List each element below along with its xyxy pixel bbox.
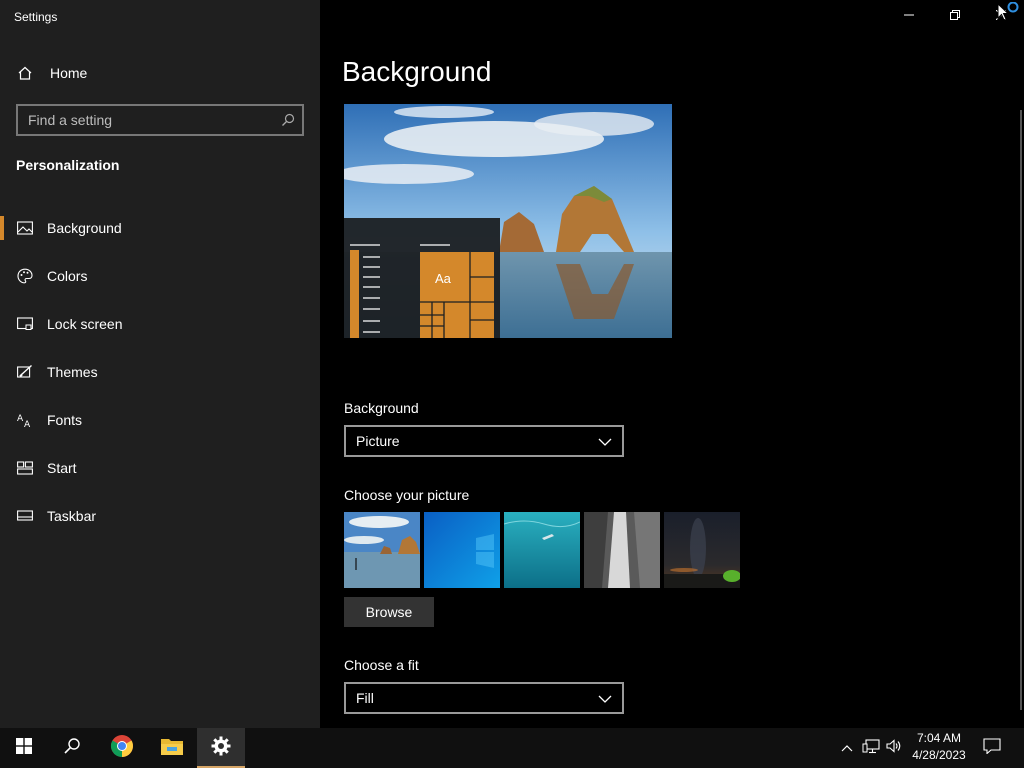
volume-icon xyxy=(886,738,902,758)
sidebar-item-label: Taskbar xyxy=(47,508,97,524)
lock-screen-icon xyxy=(16,315,34,333)
app-title: Settings xyxy=(14,10,58,24)
fonts-icon: AA xyxy=(16,411,34,429)
picture-thumb-windows[interactable] xyxy=(424,512,500,588)
choose-fit-label: Choose a fit xyxy=(344,657,419,673)
picture-thumb-waterfall[interactable] xyxy=(584,512,660,588)
search-input[interactable] xyxy=(18,106,274,134)
taskbar-search-button[interactable] xyxy=(48,728,96,768)
preview-tile-label: Aa xyxy=(435,271,452,286)
main-content: Background Aa Background Picture Choose … xyxy=(320,0,1024,728)
sidebar-item-label: Fonts xyxy=(47,412,83,428)
start-menu-icon xyxy=(16,459,34,477)
sidebar-item-label: Lock screen xyxy=(47,316,123,332)
svg-text:A: A xyxy=(24,420,31,428)
network-button[interactable] xyxy=(860,728,882,768)
search-icon xyxy=(64,737,80,759)
taskbar-icon xyxy=(16,507,34,525)
sidebar-item-label: Background xyxy=(47,220,122,236)
taskbar: 7:04 AM 4/28/2023 xyxy=(0,728,1024,768)
sidebar-item-label: Start xyxy=(47,460,77,476)
home-label: Home xyxy=(50,65,88,81)
chrome-icon xyxy=(110,734,134,763)
picture-icon xyxy=(16,219,34,237)
picture-thumb-beach[interactable] xyxy=(344,512,420,588)
start-button[interactable] xyxy=(0,728,48,768)
scrollbar[interactable] xyxy=(1020,110,1022,710)
sidebar-item-start[interactable]: Start xyxy=(0,444,320,492)
search-box[interactable] xyxy=(16,104,304,136)
taskbar-clock[interactable]: 7:04 AM 4/28/2023 xyxy=(906,730,972,766)
chevron-down-icon xyxy=(598,690,612,706)
fit-dropdown-value: Fill xyxy=(356,690,374,706)
chevron-down-icon xyxy=(598,433,612,449)
home-link[interactable]: Home xyxy=(16,62,87,84)
show-hidden-icons-button[interactable] xyxy=(838,728,856,768)
file-explorer-icon xyxy=(161,737,183,760)
clock-time: 7:04 AM xyxy=(916,731,962,745)
sidebar-item-taskbar[interactable]: Taskbar xyxy=(0,492,320,540)
sidebar-item-background[interactable]: Background xyxy=(0,204,320,252)
settings-icon xyxy=(211,736,231,761)
picture-thumb-night-sky[interactable] xyxy=(664,512,740,588)
chevron-up-icon xyxy=(841,739,853,757)
sidebar-item-lock-screen[interactable]: Lock screen xyxy=(0,300,320,348)
sidebar: Settings Home Personalization Background… xyxy=(0,0,320,728)
restore-icon xyxy=(950,7,960,25)
themes-icon xyxy=(16,363,34,381)
background-dropdown[interactable]: Picture xyxy=(344,425,624,457)
desktop-preview: Aa xyxy=(344,104,672,338)
svg-text:A: A xyxy=(17,414,24,424)
sidebar-item-label: Colors xyxy=(47,268,88,284)
section-title: Personalization xyxy=(16,157,120,173)
search-icon[interactable] xyxy=(274,106,302,134)
page-title: Background xyxy=(342,56,492,87)
notification-icon xyxy=(983,737,1001,759)
clock-date: 4/28/2023 xyxy=(912,748,966,762)
background-dropdown-value: Picture xyxy=(356,433,400,449)
restore-button[interactable] xyxy=(932,0,978,32)
mouse-cursor-icon xyxy=(996,1,1020,27)
background-label: Background xyxy=(344,400,419,416)
browse-button[interactable]: Browse xyxy=(344,597,434,627)
chrome-button[interactable] xyxy=(98,728,146,768)
palette-icon xyxy=(16,267,34,285)
file-explorer-button[interactable] xyxy=(148,728,196,768)
choose-picture-label: Choose your picture xyxy=(344,487,470,503)
network-icon xyxy=(862,738,880,759)
minimize-icon xyxy=(904,7,914,25)
minimize-button[interactable] xyxy=(886,0,932,32)
volume-button[interactable] xyxy=(884,728,904,768)
sidebar-item-fonts[interactable]: AA Fonts xyxy=(0,396,320,444)
windows-logo-icon xyxy=(16,737,32,759)
sidebar-item-label: Themes xyxy=(47,364,98,380)
fit-dropdown[interactable]: Fill xyxy=(344,682,624,714)
sidebar-item-themes[interactable]: Themes xyxy=(0,348,320,396)
sidebar-nav: Background Colors Lock screen Themes AA … xyxy=(0,204,320,540)
sidebar-item-colors[interactable]: Colors xyxy=(0,252,320,300)
picture-thumb-underwater[interactable] xyxy=(504,512,580,588)
action-center-button[interactable] xyxy=(978,728,1006,768)
home-icon xyxy=(16,64,34,82)
settings-taskbar-button[interactable] xyxy=(197,728,245,768)
picture-thumbnails xyxy=(344,512,740,588)
